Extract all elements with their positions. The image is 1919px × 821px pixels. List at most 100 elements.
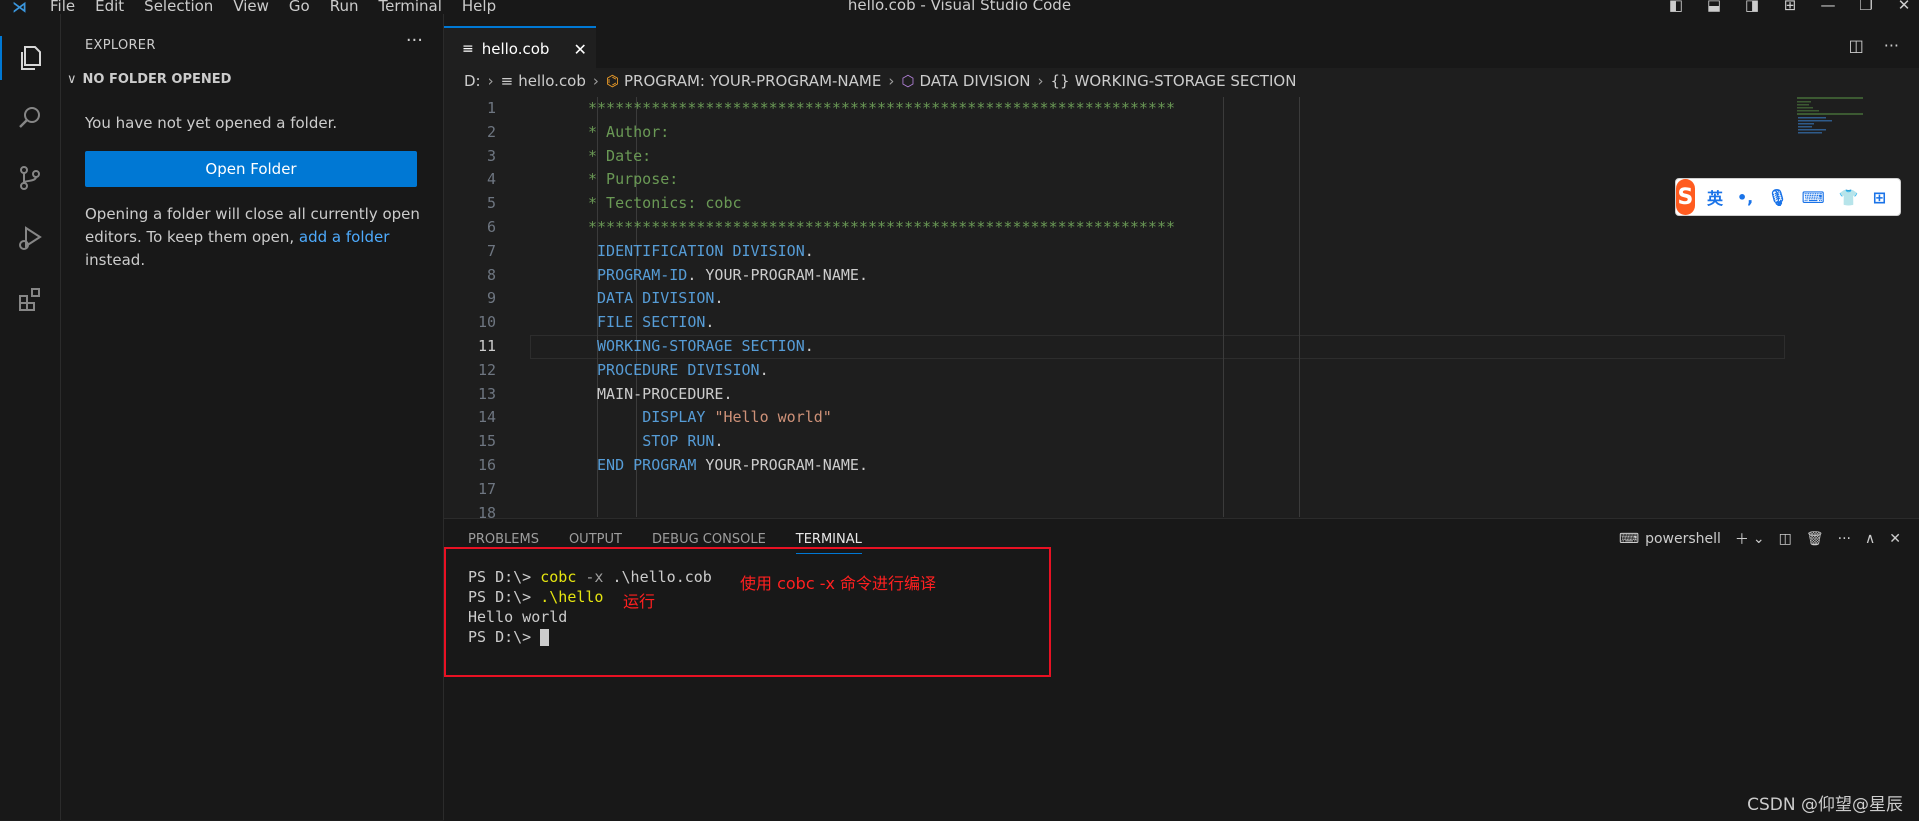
- customize-layout-icon[interactable]: ⊞: [1775, 0, 1805, 14]
- code-line: STOP RUN.: [588, 430, 1783, 454]
- code-line: ****************************************…: [588, 99, 1175, 117]
- microphone-icon[interactable]: 🎙: [1767, 188, 1787, 207]
- chevron-right-icon: ›: [888, 72, 895, 90]
- tab-label: hello.cob: [481, 40, 550, 58]
- punct: .: [705, 313, 715, 332]
- tab-hello-cob[interactable]: ≡ hello.cob ✕: [444, 26, 596, 70]
- menu-view[interactable]: View: [233, 0, 269, 15]
- line-number: 8: [486, 265, 496, 284]
- code-line: * Author:: [588, 122, 670, 141]
- code-line: * Date:: [588, 146, 652, 165]
- code-editor[interactable]: ****************************************…: [588, 97, 1783, 517]
- close-tab-icon[interactable]: ✕: [573, 40, 586, 59]
- breadcrumb-file[interactable]: hello.cob: [518, 72, 586, 90]
- annotation-run: 运行: [623, 592, 656, 611]
- more-actions-icon[interactable]: ···: [406, 30, 423, 51]
- line-number: 12: [477, 360, 496, 379]
- ime-punctuation[interactable]: •,: [1737, 188, 1753, 207]
- more-actions-icon[interactable]: ···: [1884, 36, 1899, 55]
- menu-terminal[interactable]: Terminal: [379, 0, 442, 15]
- info-text-end: instead.: [85, 251, 146, 269]
- activity-bar: [0, 14, 61, 820]
- toggle-panel-icon[interactable]: ⬓: [1699, 0, 1729, 14]
- line-number: 4: [486, 170, 496, 189]
- program-symbol-icon: ⌬: [605, 72, 619, 90]
- ime-toolbar[interactable]: S 英 •, 🎙 ⌨ 👕 ⊞: [1675, 178, 1901, 216]
- keyword: IDENTIFICATION DIVISION: [597, 241, 805, 260]
- breadcrumb: D: › ≡ hello.cob › ⌬ PROGRAM: YOUR-PROGR…: [464, 72, 1296, 90]
- code-line: * Tectonics: cobc: [588, 194, 742, 213]
- apps-grid-icon[interactable]: ⊞: [1873, 188, 1886, 207]
- open-folder-button[interactable]: Open Folder: [85, 151, 417, 187]
- minimize-icon[interactable]: —: [1813, 0, 1843, 14]
- code-line: PROCEDURE DIVISION.: [588, 359, 1783, 383]
- keyword: PROCEDURE DIVISION: [597, 360, 760, 379]
- terminal-icon: ⌨: [1618, 531, 1640, 547]
- line-number: 11: [477, 336, 496, 355]
- sogou-logo-icon: S: [1676, 179, 1695, 215]
- ime-language[interactable]: 英: [1707, 185, 1723, 209]
- source-control-icon[interactable]: [0, 156, 60, 200]
- editor-actions: ◫ ···: [1829, 36, 1899, 55]
- new-terminal-icon[interactable]: ＋: [1735, 529, 1749, 549]
- chevron-down-icon: ∨: [67, 72, 77, 87]
- no-folder-section[interactable]: ∨ NO FOLDER OPENED: [67, 72, 231, 87]
- breadcrumb-program[interactable]: PROGRAM: YOUR-PROGRAM-NAME: [624, 72, 881, 90]
- close-window-icon[interactable]: ✕: [1889, 0, 1919, 14]
- run-debug-icon[interactable]: [0, 216, 60, 260]
- keyword: DISPLAY: [642, 408, 706, 427]
- breadcrumb-drive[interactable]: D:: [464, 72, 481, 90]
- code-line: FILE SECTION.: [588, 311, 1783, 335]
- keyword: STOP RUN: [642, 432, 715, 451]
- punct: .: [858, 455, 868, 474]
- restore-icon[interactable]: ❐: [1851, 0, 1881, 14]
- line-number: 17: [477, 479, 496, 498]
- line-number: 15: [477, 432, 496, 451]
- annotation-box: [444, 547, 1051, 677]
- more-actions-icon[interactable]: ···: [1838, 531, 1851, 547]
- close-panel-icon[interactable]: ✕: [1889, 531, 1901, 547]
- line-number: 16: [477, 455, 496, 474]
- chevron-right-icon: ›: [1037, 72, 1044, 90]
- trash-icon[interactable]: 🗑: [1806, 531, 1824, 547]
- menu-selection[interactable]: Selection: [144, 0, 213, 15]
- maximize-panel-icon[interactable]: ∧: [1865, 531, 1875, 547]
- file-lines-icon: ≡: [462, 41, 474, 57]
- line-number: 7: [486, 241, 496, 260]
- code-line: * Purpose:: [588, 170, 679, 189]
- shell-name[interactable]: powershell: [1645, 531, 1721, 547]
- code-line: WORKING-STORAGE SECTION.: [588, 335, 1783, 359]
- annotation-compile: 使用 cobc -x 命令进行编译: [740, 574, 937, 593]
- breadcrumb-section[interactable]: WORKING-STORAGE SECTION: [1075, 72, 1297, 90]
- punct: .: [804, 241, 814, 260]
- menu-edit[interactable]: Edit: [95, 0, 124, 15]
- toggle-sidebar-icon[interactable]: ◧: [1661, 0, 1691, 14]
- minimap[interactable]: [1797, 97, 1865, 137]
- line-number: 3: [486, 146, 496, 165]
- editor-tabs: ≡ hello.cob ✕ ◫ ···: [444, 14, 1919, 70]
- chevron-down-icon[interactable]: ⌄: [1753, 531, 1765, 547]
- skin-icon[interactable]: 👕: [1839, 188, 1859, 207]
- split-editor-icon[interactable]: ◫: [1849, 36, 1864, 55]
- split-terminal-icon[interactable]: ◫: [1779, 531, 1792, 547]
- keyboard-icon[interactable]: ⌨: [1802, 188, 1825, 207]
- menu-file[interactable]: File: [50, 0, 75, 15]
- menu-run[interactable]: Run: [330, 0, 359, 15]
- keyword: FILE SECTION: [597, 313, 706, 332]
- toggle-secondary-sidebar-icon[interactable]: ◨: [1737, 0, 1767, 14]
- string-literal: "Hello world": [714, 408, 832, 427]
- extensions-icon[interactable]: [0, 276, 60, 320]
- line-number: 1: [486, 99, 496, 117]
- vscode-logo-icon: ⋊: [12, 0, 27, 16]
- search-icon[interactable]: [0, 96, 60, 140]
- explorer-header: EXPLORER: [85, 38, 156, 53]
- menu-help[interactable]: Help: [462, 0, 496, 15]
- add-folder-link[interactable]: add a folder: [299, 228, 390, 246]
- breadcrumb-division[interactable]: DATA DIVISION: [919, 72, 1030, 90]
- menu-go[interactable]: Go: [289, 0, 310, 15]
- explorer-icon[interactable]: [0, 36, 62, 80]
- line-number: 14: [477, 408, 496, 427]
- identifier: YOUR-PROGRAM-NAME: [705, 455, 859, 474]
- identifier: YOUR-PROGRAM-NAME: [705, 265, 859, 284]
